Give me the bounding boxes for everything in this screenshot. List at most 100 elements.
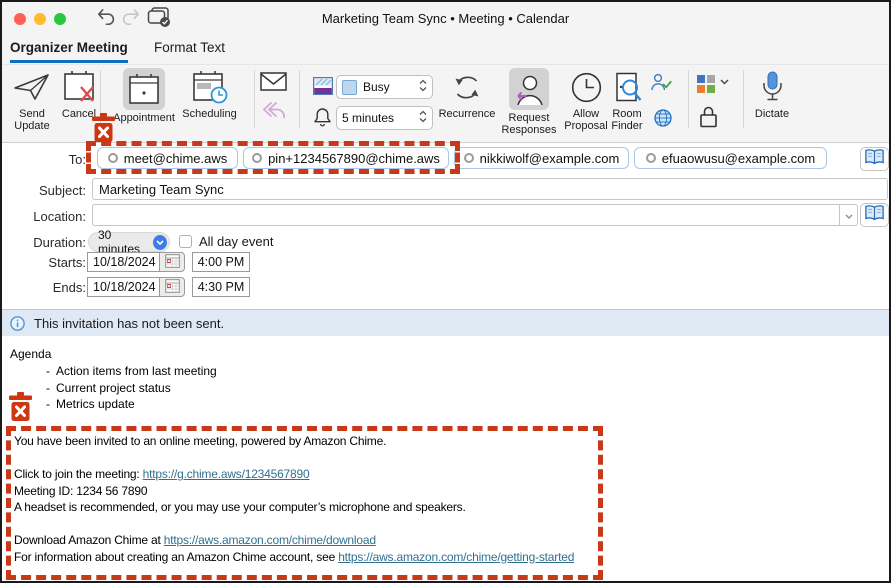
reply-button[interactable] xyxy=(262,102,285,124)
show-as-value: Busy xyxy=(363,80,419,94)
account-prefix: For information about creating an Amazon… xyxy=(14,550,338,564)
presence-icon xyxy=(252,153,262,163)
room-finder-button[interactable]: Room Finder xyxy=(604,68,650,132)
lock-icon xyxy=(699,105,718,133)
categorize-button[interactable] xyxy=(696,74,716,99)
starts-date-input[interactable]: 10/18/2024 xyxy=(87,252,160,272)
agenda-item-text: Current project status xyxy=(56,380,171,397)
stepper-icon xyxy=(419,79,427,95)
recipient-chip[interactable]: pin+1234567890@chime.aws xyxy=(243,147,449,169)
agenda-item-text: Metrics update xyxy=(56,396,135,413)
all-day-label: All day event xyxy=(199,234,273,249)
recipient-chip[interactable]: meet@chime.aws xyxy=(97,147,238,169)
getting-started-link[interactable]: https://aws.amazon.com/chime/getting-sta… xyxy=(338,550,574,564)
scheduling-button[interactable]: Scheduling xyxy=(172,68,247,121)
starts-date-picker-button[interactable] xyxy=(159,252,185,272)
chevron-down-icon xyxy=(153,235,167,250)
tab-organizer-meeting[interactable]: Organizer Meeting xyxy=(10,40,128,63)
scheduling-calendar-icon xyxy=(192,68,228,106)
agenda-dash: - xyxy=(46,380,50,397)
presence-icon xyxy=(464,153,474,163)
request-responses-button[interactable]: Request Responses xyxy=(498,68,560,136)
private-button[interactable] xyxy=(699,105,718,133)
ends-date-picker-button[interactable] xyxy=(159,277,185,297)
agenda-dash: - xyxy=(46,363,50,380)
calendar-picker-icon xyxy=(165,254,180,271)
location-dropdown-button[interactable] xyxy=(839,205,858,225)
request-responses-icon xyxy=(509,68,549,110)
recipient-address: efuaowusu@example.com xyxy=(662,151,815,166)
address-book-icon xyxy=(864,204,885,227)
download-line: Download Amazon Chime at https://aws.ama… xyxy=(14,532,574,549)
busy-status-icon xyxy=(342,80,357,95)
appointment-calendar-icon xyxy=(123,68,165,110)
info-bar: This invitation has not been sent. xyxy=(2,309,889,337)
room-finder-icon xyxy=(612,68,643,106)
ribbon-separator xyxy=(254,70,255,128)
send-update-button[interactable]: Send Update xyxy=(6,68,58,132)
recipient-chip[interactable]: nikkiwolf@example.com xyxy=(454,147,629,169)
free-busy-status-icon xyxy=(313,77,333,95)
recipient-chip[interactable]: efuaowusu@example.com xyxy=(634,147,827,169)
address-book-icon xyxy=(864,148,885,171)
chime-invite-block: You have been invited to an online meeti… xyxy=(14,433,574,565)
ends-time-input[interactable]: 4:30 PM xyxy=(192,277,250,297)
subject-label: Subject: xyxy=(2,183,86,198)
recipient-address: pin+1234567890@chime.aws xyxy=(268,151,440,166)
agenda-item: -Current project status xyxy=(46,380,217,397)
join-meeting-link[interactable]: https://g.chime.aws/1234567890 xyxy=(143,467,310,481)
agenda-item-text: Action items from last meeting xyxy=(56,363,217,380)
invite-line: You have been invited to an online meeti… xyxy=(14,433,574,450)
download-prefix: Download Amazon Chime at xyxy=(14,533,164,547)
ribbon-tab-bar: Organizer Meeting Format Text xyxy=(2,36,889,65)
show-as-dropdown[interactable]: Busy xyxy=(336,75,433,99)
duration-dropdown[interactable]: 30 minutes xyxy=(88,232,170,252)
ribbon-separator xyxy=(688,70,689,128)
location-label: Location: xyxy=(2,209,86,224)
ribbon: Send Update Cancel Appointment Schedulin… xyxy=(2,64,889,142)
location-input[interactable] xyxy=(92,204,858,226)
recipient-list: meet@chime.aws pin+1234567890@chime.aws … xyxy=(97,147,827,169)
download-chime-link[interactable]: https://aws.amazon.com/chime/download xyxy=(164,533,376,547)
stepper-icon xyxy=(419,110,427,126)
to-address-book-button[interactable] xyxy=(860,147,889,171)
headset-line: A headset is recommended, or you may use… xyxy=(14,499,574,516)
reminder-bell-icon xyxy=(314,107,331,128)
starts-label: Starts: xyxy=(2,255,86,270)
subject-input[interactable]: Marketing Team Sync xyxy=(92,178,888,200)
reply-all-icon xyxy=(262,102,285,124)
agenda-item: -Metrics update xyxy=(46,396,217,413)
cancel-calendar-icon xyxy=(62,68,96,106)
duration-label: Duration: xyxy=(2,235,86,250)
recurrence-button[interactable]: Recurrence xyxy=(434,68,500,121)
agenda-item: -Action items from last meeting xyxy=(46,363,217,380)
presence-icon xyxy=(108,153,118,163)
ends-date-input[interactable]: 10/18/2024 xyxy=(87,277,160,297)
join-prefix: Click to join the meeting: xyxy=(14,467,143,481)
to-label: To: xyxy=(2,152,86,167)
location-address-book-button[interactable] xyxy=(860,203,889,227)
tab-format-text[interactable]: Format Text xyxy=(154,40,225,60)
clock-icon xyxy=(571,68,602,106)
dictate-button[interactable]: Dictate xyxy=(750,68,794,121)
agenda-title: Agenda xyxy=(10,347,51,361)
person-check-icon xyxy=(651,73,672,96)
agenda-dash: - xyxy=(46,396,50,413)
info-bar-message: This invitation has not been sent. xyxy=(34,316,224,331)
presence-icon xyxy=(646,153,656,163)
email-invite-button[interactable] xyxy=(260,72,287,96)
time-zones-button[interactable] xyxy=(654,109,672,132)
recipient-address: nikkiwolf@example.com xyxy=(480,151,620,166)
attendee-status-button[interactable] xyxy=(651,73,672,96)
ribbon-separator xyxy=(299,70,300,128)
titlebar: Marketing Team Sync • Meeting • Calendar xyxy=(2,2,889,36)
all-day-checkbox[interactable] xyxy=(179,235,192,248)
reminder-dropdown[interactable]: 5 minutes xyxy=(336,106,433,130)
meeting-id-line: Meeting ID: 1234 56 7890 xyxy=(14,483,574,500)
starts-time-input[interactable]: 4:00 PM xyxy=(192,252,250,272)
chevron-down-icon xyxy=(720,79,729,85)
account-line: For information about creating an Amazon… xyxy=(14,549,574,566)
reminder-value: 5 minutes xyxy=(342,111,419,125)
message-body[interactable]: Agenda -Action items from last meeting -… xyxy=(2,336,889,581)
globe-icon xyxy=(654,109,672,132)
